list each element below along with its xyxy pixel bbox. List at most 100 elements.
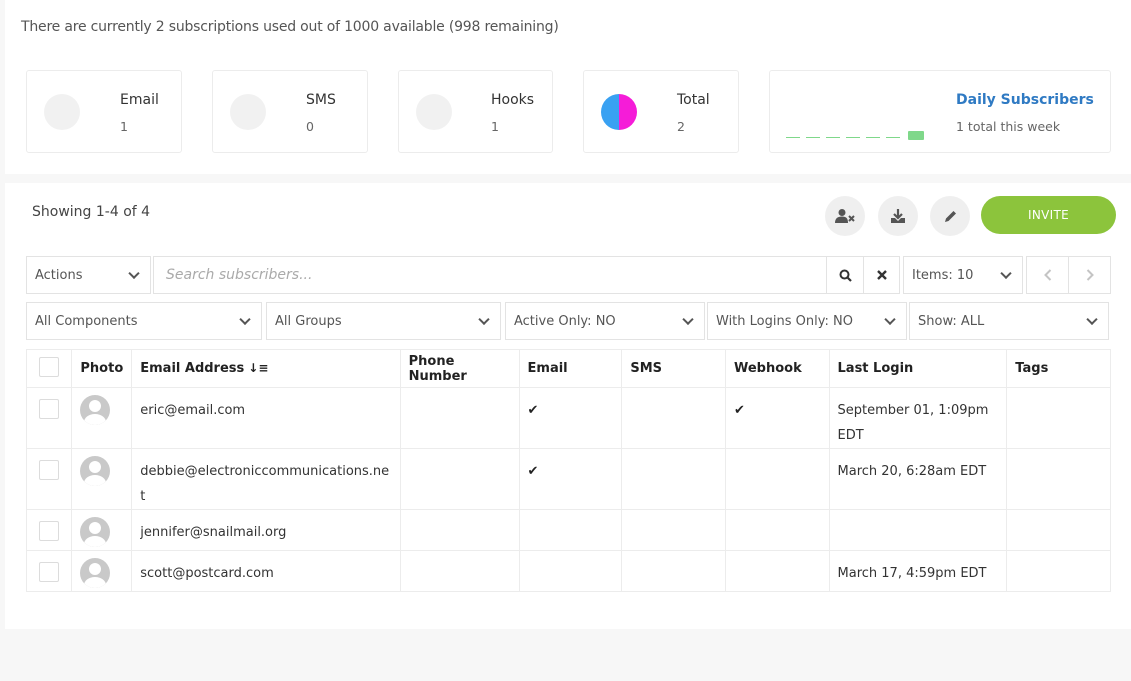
last-login-cell: March 20, 6:28am EDT — [828, 448, 1008, 510]
header-phone-number: Phone Number — [399, 349, 520, 388]
chevron-left-icon — [1043, 269, 1051, 281]
actions-select-label: Actions — [35, 267, 83, 283]
active-only-filter-label: Active Only: NO — [514, 313, 616, 329]
email-pie-icon — [44, 94, 80, 130]
header-last-login: Last Login — [828, 349, 1008, 388]
webhook-cell — [724, 550, 830, 592]
email-sub-cell: ✔ — [518, 448, 623, 510]
table-header-row: Photo Email Address ↓≡ Phone Number Email… — [25, 349, 1111, 388]
sms-cell — [621, 550, 726, 592]
show-filter-label: Show: ALL — [918, 313, 985, 329]
header-email-address-label: Email Address — [140, 361, 245, 376]
last-login-cell: September 01, 1:09pm EDT — [828, 387, 1008, 449]
avatar — [80, 456, 111, 486]
row-checkbox[interactable] — [39, 460, 60, 480]
avatar — [80, 517, 111, 547]
phone-cell — [399, 550, 520, 592]
daily-subscribers-link[interactable]: Daily Subscribers — [956, 92, 1094, 108]
edit-button[interactable] — [930, 196, 970, 236]
sort-ascending-icon: ↓≡ — [248, 361, 269, 375]
chevron-down-icon — [1086, 313, 1098, 326]
search-input[interactable] — [153, 256, 827, 294]
chevron-down-icon — [1000, 267, 1012, 280]
with-logins-filter[interactable]: With Logins Only: NO — [707, 302, 907, 340]
daily-spark-day — [846, 137, 860, 138]
phone-cell — [399, 448, 520, 510]
search-button[interactable] — [826, 256, 864, 294]
daily-spark-day — [806, 137, 820, 138]
hooks-pie-icon — [416, 94, 452, 130]
components-filter[interactable]: All Components — [26, 302, 262, 340]
row-checkbox[interactable] — [39, 521, 60, 541]
sms-cell — [621, 509, 726, 551]
prev-page-button[interactable] — [1026, 256, 1069, 294]
avatar — [80, 558, 111, 588]
groups-filter-label: All Groups — [275, 313, 342, 329]
stat-label-total: Total — [677, 92, 710, 108]
header-email: Email — [518, 349, 623, 388]
select-all-checkbox[interactable] — [39, 356, 60, 377]
email-sub-cell: ✔ — [518, 387, 623, 449]
daily-sparkline — [786, 126, 926, 140]
actions-select[interactable]: Actions — [26, 256, 151, 294]
email-address-cell[interactable]: scott@postcard.com — [131, 550, 401, 592]
table-row[interactable]: eric@email.com ✔ ✔ September 01, 1:09pm … — [25, 387, 1111, 449]
stat-label-hooks: Hooks — [491, 92, 535, 108]
stat-card-hooks: Hooks 1 — [398, 70, 553, 153]
chevron-down-icon — [239, 313, 251, 326]
groups-filter[interactable]: All Groups — [266, 302, 501, 340]
last-login-cell: March 17, 4:59pm EDT — [828, 550, 1008, 592]
invite-button[interactable]: INVITE — [981, 196, 1116, 234]
chevron-down-icon — [128, 267, 140, 280]
webhook-cell — [724, 448, 830, 510]
tags-cell — [1006, 550, 1111, 592]
table-row[interactable]: scott@postcard.com March 17, 4:59pm EDT — [25, 550, 1111, 592]
stat-card-total: Total 2 — [583, 70, 739, 153]
pencil-icon — [944, 210, 956, 222]
chevron-right-icon — [1086, 269, 1094, 281]
header-email-address[interactable]: Email Address ↓≡ — [131, 349, 401, 388]
daily-spark-day — [866, 137, 880, 138]
row-select-cell — [25, 387, 73, 449]
remove-subscriber-button[interactable] — [825, 196, 865, 236]
row-select-cell — [25, 448, 73, 510]
webhook-cell — [724, 509, 830, 551]
total-pie-icon — [601, 94, 637, 130]
show-filter[interactable]: Show: ALL — [909, 302, 1109, 340]
last-login-cell — [828, 509, 1008, 551]
stat-value-total: 2 — [677, 119, 685, 134]
showing-count: Showing 1-4 of 4 — [32, 204, 151, 220]
stat-value-sms: 0 — [306, 119, 314, 134]
row-checkbox[interactable] — [39, 399, 60, 419]
header-photo: Photo — [71, 349, 133, 388]
header-webhook: Webhook — [724, 349, 830, 388]
items-per-page-select[interactable]: Items: 10 — [903, 256, 1023, 294]
email-address-cell[interactable]: eric@email.com — [131, 387, 401, 449]
webhook-cell: ✔ — [724, 387, 830, 449]
photo-cell — [71, 387, 133, 449]
download-icon — [891, 209, 905, 223]
active-only-filter[interactable]: Active Only: NO — [505, 302, 705, 340]
tags-cell — [1006, 387, 1111, 449]
phone-cell — [399, 509, 520, 551]
chevron-down-icon — [884, 313, 896, 326]
with-logins-filter-label: With Logins Only: NO — [716, 313, 853, 329]
close-icon — [876, 270, 887, 280]
items-per-page-label: Items: 10 — [912, 267, 974, 283]
photo-cell — [71, 448, 133, 510]
daily-spark-day — [908, 131, 924, 140]
photo-cell — [71, 550, 133, 592]
row-checkbox[interactable] — [39, 562, 60, 582]
table-row[interactable]: debbie@electroniccommunications.net ✔ Ma… — [25, 448, 1111, 510]
daily-subscribers-count: 1 total this week — [956, 119, 1061, 134]
email-address-cell[interactable]: debbie@electroniccommunications.net — [131, 448, 401, 510]
email-address-cell[interactable]: jennifer@snailmail.org — [131, 509, 401, 551]
download-button[interactable] — [878, 196, 918, 236]
photo-cell — [71, 509, 133, 551]
header-tags: Tags — [1006, 349, 1111, 388]
email-sub-cell — [518, 550, 623, 592]
table-row[interactable]: jennifer@snailmail.org — [25, 509, 1111, 551]
sms-cell — [621, 448, 726, 510]
clear-search-button[interactable] — [863, 256, 900, 294]
next-page-button[interactable] — [1068, 256, 1111, 294]
